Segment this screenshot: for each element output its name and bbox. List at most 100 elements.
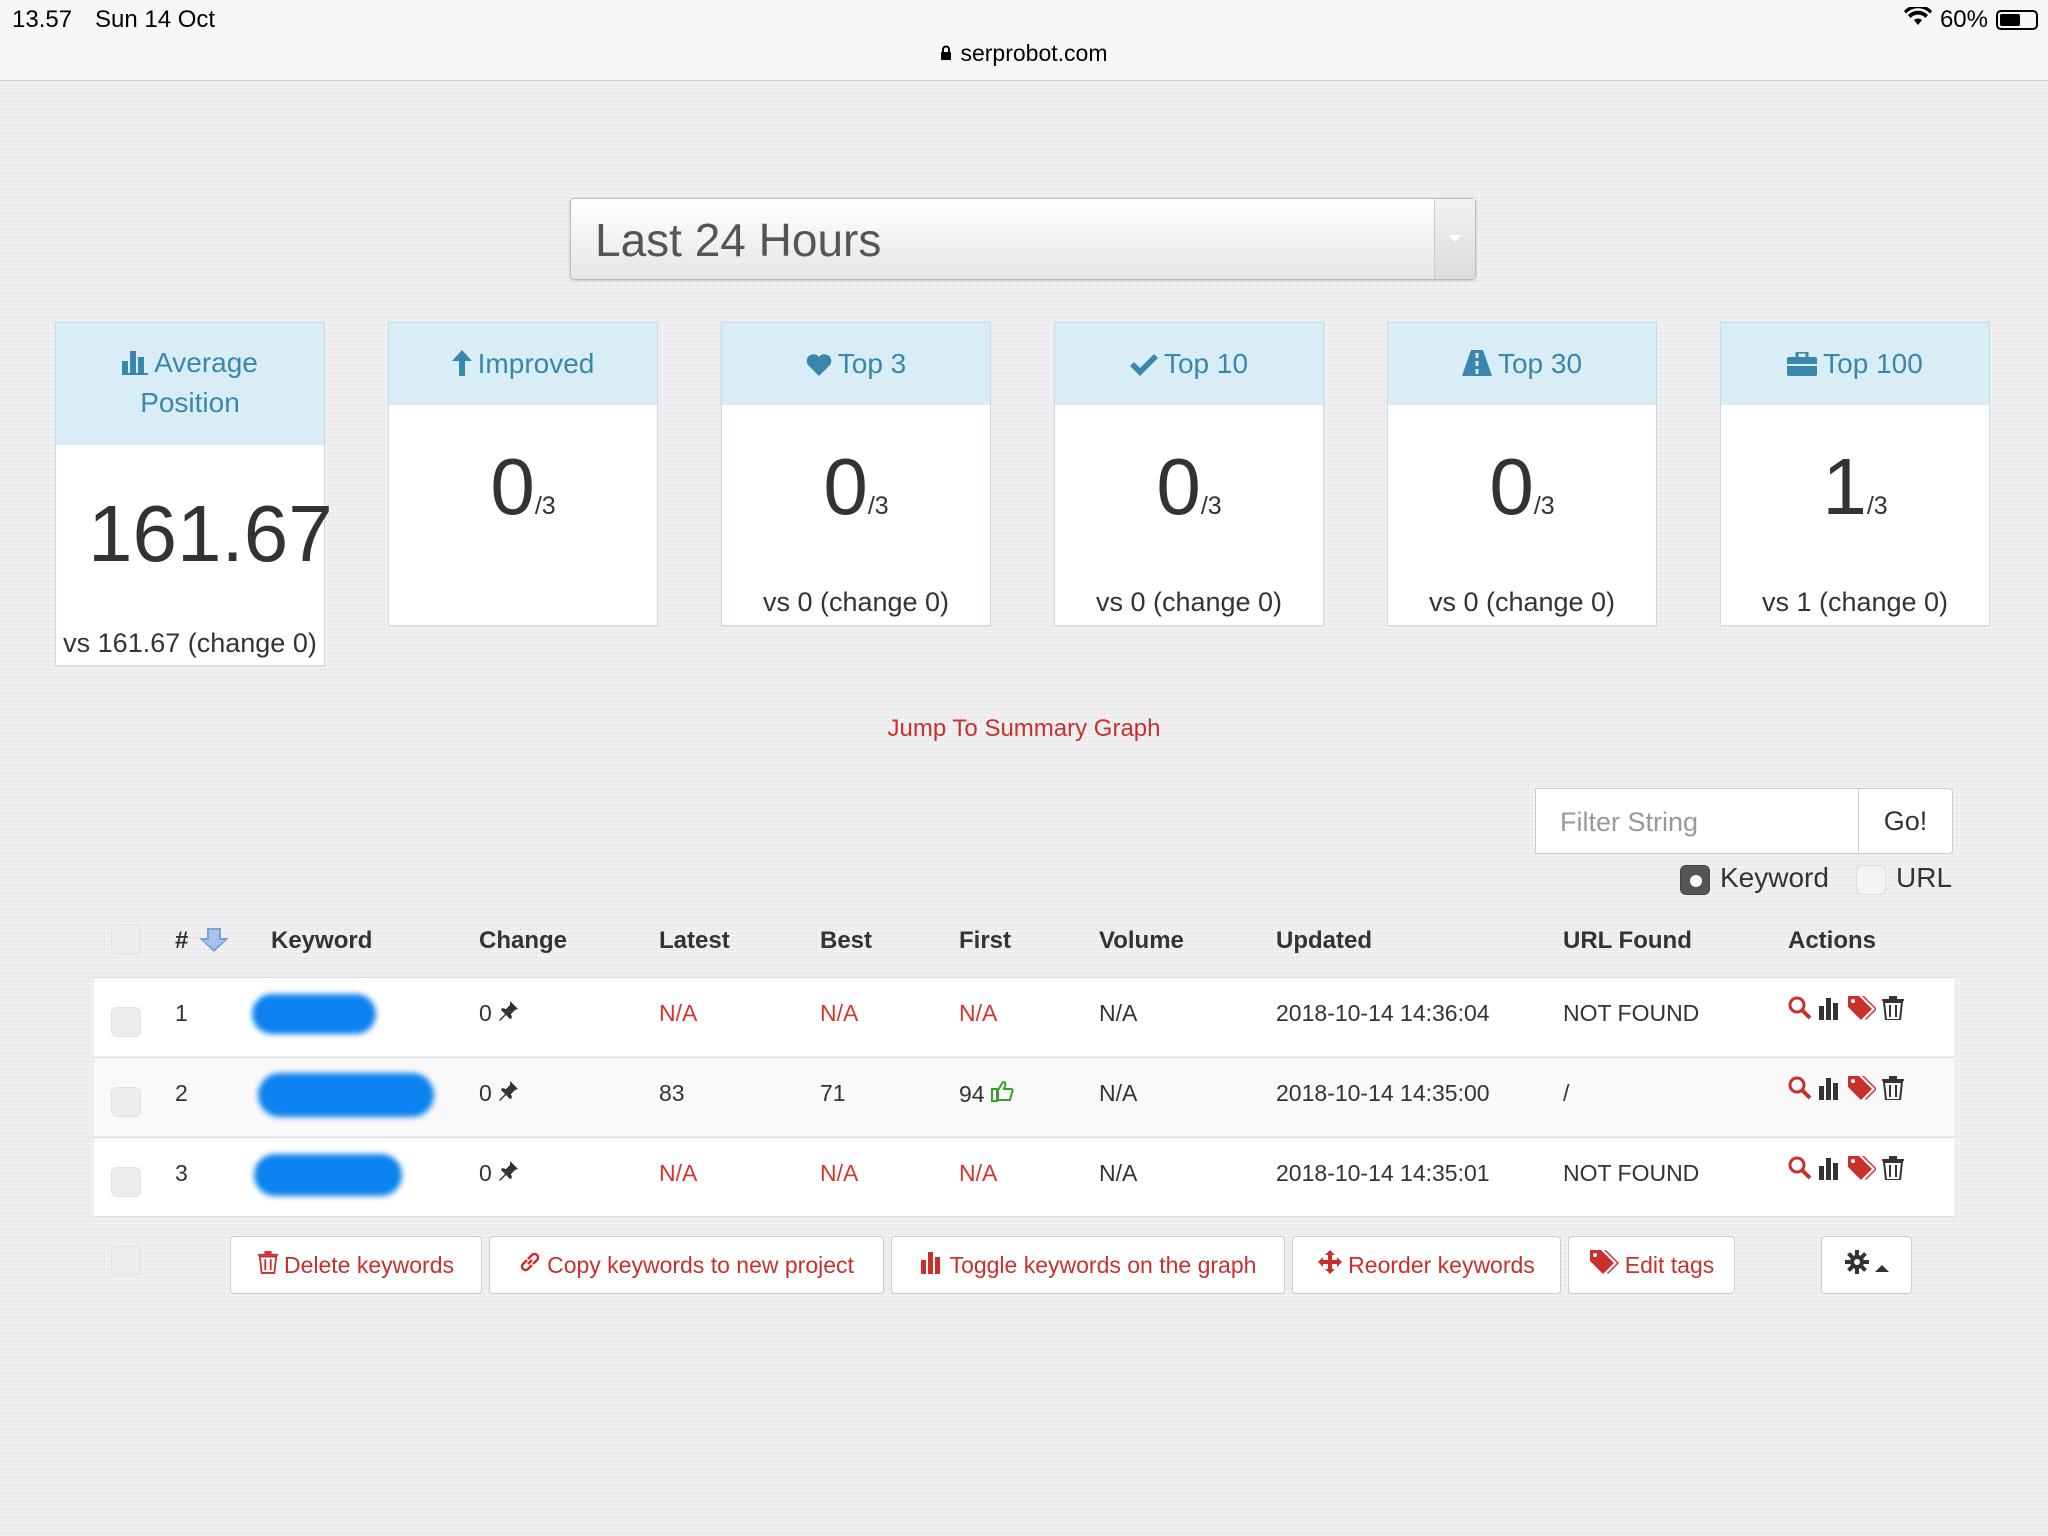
url-found-cell: NOT FOUND bbox=[1563, 1160, 1700, 1186]
row-checkbox[interactable] bbox=[111, 1167, 141, 1197]
stat-card-top-10: Top 10 0/3 vs 0 (change 0) bbox=[1054, 322, 1324, 626]
trash-icon[interactable] bbox=[1882, 1156, 1904, 1185]
card-denominator: /3 bbox=[1866, 492, 1888, 520]
volume-cell: N/A bbox=[1099, 1160, 1138, 1186]
pin-icon[interactable] bbox=[498, 1160, 519, 1186]
search-icon[interactable] bbox=[1788, 1076, 1812, 1105]
column-header-first[interactable]: First bbox=[959, 927, 1011, 955]
best-cell: N/A bbox=[820, 1000, 859, 1026]
card-label: Improved bbox=[477, 348, 595, 379]
url-radio[interactable] bbox=[1856, 865, 1886, 895]
keyword-radio-label: Keyword bbox=[1720, 862, 1829, 893]
table-row: 1 0 N/A N/A N/A N/A 2018-10-14 14:36:04 … bbox=[94, 977, 1954, 1056]
bar-chart-icon[interactable] bbox=[1818, 1156, 1842, 1185]
column-header-latest[interactable]: Latest bbox=[659, 927, 730, 955]
row-checkbox[interactable] bbox=[111, 1007, 141, 1037]
best-cell: 71 bbox=[820, 1080, 846, 1106]
row-number: 3 bbox=[175, 1160, 188, 1186]
volume-cell: N/A bbox=[1099, 1080, 1138, 1106]
bar-chart-icon[interactable] bbox=[1818, 996, 1842, 1025]
card-label: Top 30 bbox=[1497, 348, 1583, 379]
time-range-select[interactable]: Last 24 Hours bbox=[570, 198, 1476, 280]
column-header-change[interactable]: Change bbox=[479, 927, 567, 955]
column-header-url-found[interactable]: URL Found bbox=[1563, 927, 1692, 955]
toggle-keywords-graph-button[interactable]: Toggle keywords on the graph bbox=[891, 1236, 1285, 1294]
go-button[interactable]: Go! bbox=[1858, 788, 1953, 854]
card-value: 0 bbox=[1489, 442, 1534, 531]
bar-chart-icon[interactable] bbox=[1818, 1076, 1842, 1105]
card-value: 1 bbox=[1822, 442, 1867, 531]
wifi-icon bbox=[1903, 4, 1932, 34]
change-cell: 0 bbox=[479, 1160, 519, 1187]
tags-icon bbox=[1589, 1250, 1619, 1280]
stat-card-improved: Improved 0/3 bbox=[388, 322, 658, 626]
thumbs-up-icon bbox=[990, 1080, 1015, 1107]
tags-icon[interactable] bbox=[1848, 1076, 1877, 1105]
card-label: Top 3 bbox=[837, 348, 907, 379]
url-found-cell[interactable]: / bbox=[1563, 1080, 1569, 1107]
card-value: 0 bbox=[823, 442, 868, 531]
column-header-best[interactable]: Best bbox=[820, 927, 872, 955]
table-row: 3 0 N/A N/A N/A N/A 2018-10-14 14:35:01 … bbox=[94, 1137, 1954, 1217]
reorder-keywords-button[interactable]: Reorder keywords bbox=[1292, 1236, 1561, 1294]
card-value: 161.67 bbox=[88, 489, 333, 578]
updated-cell: 2018-10-14 14:35:00 bbox=[1276, 1080, 1490, 1106]
edit-tags-button[interactable]: Edit tags bbox=[1568, 1236, 1735, 1294]
column-header-number[interactable]: # bbox=[175, 927, 230, 955]
volume-cell: N/A bbox=[1099, 1000, 1138, 1026]
delete-keywords-button[interactable]: Delete keywords bbox=[230, 1236, 482, 1294]
arrow-up-icon bbox=[451, 348, 478, 379]
card-label: Top 100 bbox=[1823, 348, 1923, 379]
row-number: 2 bbox=[175, 1080, 188, 1106]
card-denominator: /3 bbox=[534, 492, 556, 520]
search-icon[interactable] bbox=[1788, 1156, 1812, 1185]
card-comparison: vs 0 (change 0) bbox=[1095, 587, 1283, 617]
url-text: serprobot.com bbox=[960, 40, 1108, 66]
search-icon[interactable] bbox=[1788, 996, 1812, 1025]
column-header-keyword[interactable]: Keyword bbox=[271, 927, 372, 955]
column-header-volume[interactable]: Volume bbox=[1099, 927, 1184, 955]
caret-up-icon bbox=[1874, 1252, 1889, 1279]
stat-card-average-position: Average Position 161.67 vs 161.67 (chang… bbox=[55, 322, 333, 666]
updated-cell: 2018-10-14 14:36:04 bbox=[1276, 1000, 1490, 1026]
pin-icon[interactable] bbox=[498, 1000, 519, 1026]
pin-icon[interactable] bbox=[498, 1080, 519, 1106]
select-all-checkbox[interactable] bbox=[111, 924, 141, 954]
first-cell: 94 bbox=[959, 1080, 1015, 1108]
jump-to-summary-graph-link[interactable]: Jump To Summary Graph bbox=[0, 715, 2048, 743]
tags-icon[interactable] bbox=[1848, 996, 1877, 1025]
keyword-redacted[interactable] bbox=[254, 1154, 402, 1196]
heart-icon bbox=[806, 348, 838, 379]
card-value: 0 bbox=[1156, 442, 1201, 531]
latest-cell: N/A bbox=[659, 1160, 698, 1186]
stat-card-top-3: Top 3 0/3 vs 0 (change 0) bbox=[721, 322, 991, 626]
keyword-radio[interactable] bbox=[1680, 865, 1710, 895]
move-icon bbox=[1318, 1250, 1343, 1280]
address-bar[interactable]: serprobot.com bbox=[0, 40, 2048, 67]
keyword-redacted[interactable] bbox=[258, 1073, 434, 1117]
chevron-down-icon[interactable] bbox=[1434, 199, 1475, 279]
battery-percent: 60% bbox=[1939, 6, 1988, 33]
table-row: 2 0 83 71 94 N/A 2018-10-14 14:35:00 / bbox=[94, 1057, 1954, 1136]
filter-input[interactable]: Filter String bbox=[1535, 788, 1860, 854]
clock-time: 13.57 bbox=[12, 6, 73, 33]
bulk-select-checkbox[interactable] bbox=[111, 1246, 141, 1276]
tags-icon[interactable] bbox=[1848, 1156, 1877, 1185]
gear-icon bbox=[1844, 1250, 1869, 1280]
column-header-updated[interactable]: Updated bbox=[1276, 927, 1372, 955]
keyword-redacted[interactable] bbox=[252, 994, 376, 1034]
row-checkbox[interactable] bbox=[111, 1087, 141, 1117]
row-actions bbox=[1788, 1076, 1904, 1105]
card-comparison: vs 161.67 (change 0) bbox=[63, 628, 317, 658]
card-value: 0 bbox=[490, 442, 535, 531]
trash-icon[interactable] bbox=[1882, 996, 1904, 1025]
stat-card-top-30: Top 30 0/3 vs 0 (change 0) bbox=[1387, 322, 1657, 626]
trash-icon[interactable] bbox=[1882, 1076, 1904, 1105]
copy-keywords-button[interactable]: Copy keywords to new project bbox=[489, 1236, 884, 1294]
sort-down-icon[interactable] bbox=[195, 927, 230, 954]
card-comparison: vs 0 (change 0) bbox=[762, 587, 950, 617]
row-actions bbox=[1788, 996, 1904, 1025]
settings-dropdown-button[interactable] bbox=[1821, 1236, 1912, 1294]
first-cell: N/A bbox=[959, 1160, 998, 1186]
updated-cell: 2018-10-14 14:35:01 bbox=[1276, 1160, 1490, 1186]
